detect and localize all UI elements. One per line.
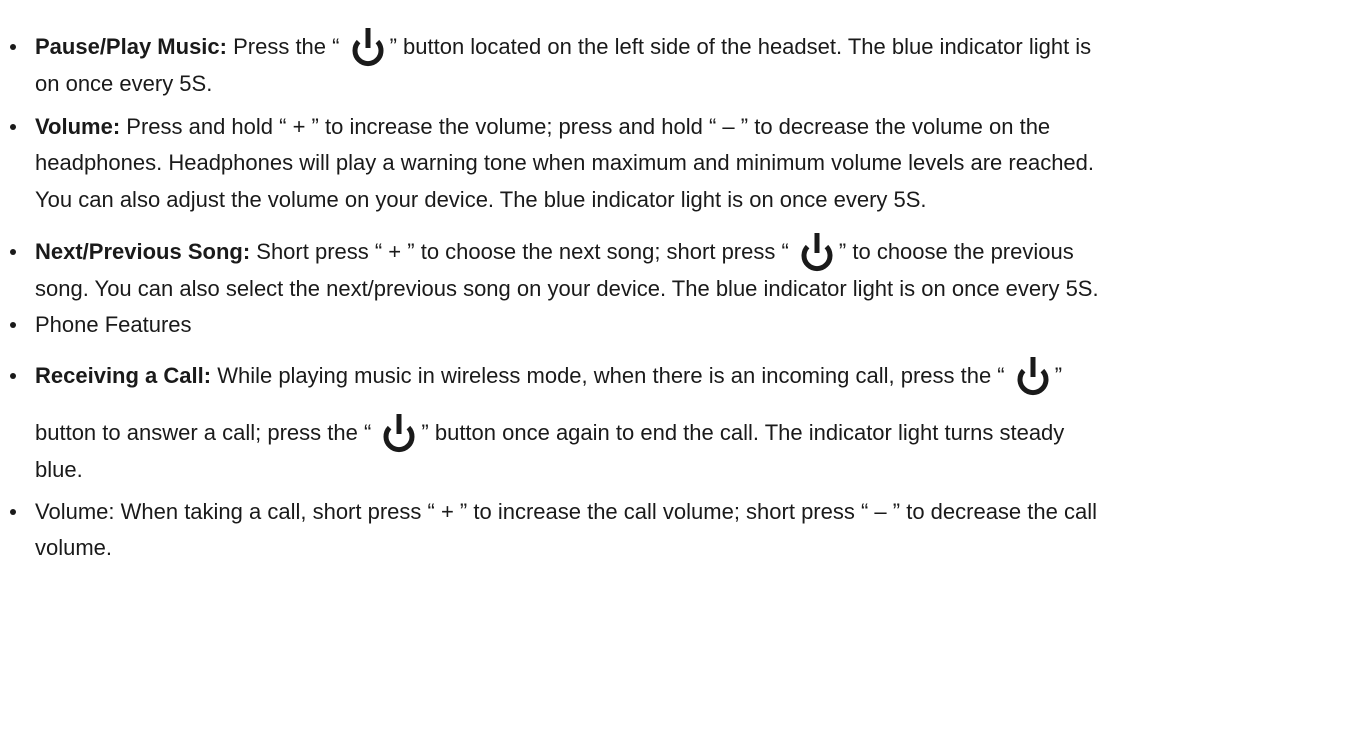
call-volume-line-2: volume. (35, 535, 113, 560)
volume-text: Press and hold “ + ” to increase the vol… (120, 114, 1051, 139)
next-prev-line-2: song. You can also select the next/previ… (35, 276, 1099, 301)
volume-heading: Volume: (35, 114, 121, 139)
pause-play-heading: Pause/Play Music: (35, 34, 227, 59)
bullet (10, 373, 16, 379)
next-prev-line-1: Next/Previous Song: Short press “ + ” to… (35, 233, 1074, 271)
pause-play-text: Press the “ (226, 34, 346, 59)
receiving-call-line-1: Receiving a Call: While playing music in… (35, 357, 1063, 395)
receiving-call-line-3: blue. (35, 457, 83, 482)
instruction-manual: Pause/Play Music: Press the “ ” button l… (0, 0, 1351, 746)
volume-line-3: You can also adjust the volume on your d… (35, 187, 927, 212)
power-icon (377, 412, 421, 456)
bullet (10, 124, 16, 130)
receiving-call-text-2: button to answer a call; press the “ (35, 420, 378, 445)
bullet (10, 322, 16, 328)
receiving-call-heading: Receiving a Call: (35, 363, 212, 388)
power-icon (795, 231, 839, 275)
receiving-call-text-2-end: ” button once again to end the call. The… (421, 420, 1065, 445)
power-icon (1011, 355, 1055, 399)
power-icon (346, 26, 390, 70)
volume-line-1: Volume: Press and hold “ + ” to increase… (35, 114, 1050, 140)
next-prev-heading: Next/Previous Song: (35, 239, 251, 264)
bullet (10, 249, 16, 255)
pause-play-text-end: ” button located on the left side of the… (389, 34, 1092, 59)
receiving-call-text-end: ” (1054, 363, 1063, 388)
pause-play-line-1: Pause/Play Music: Press the “ ” button l… (35, 28, 1092, 66)
bullet (10, 44, 16, 50)
receiving-call-line-2: button to answer a call; press the “ ” b… (35, 414, 1065, 452)
volume-line-2: headphones. Headphones will play a warni… (35, 150, 1095, 175)
phone-features: Phone Features (35, 312, 192, 337)
pause-play-line-2: on once every 5S. (35, 71, 213, 96)
bullet (10, 509, 16, 515)
next-prev-text: Short press “ + ” to choose the next son… (250, 239, 795, 264)
call-volume-line-1: Volume: When taking a call, short press … (35, 499, 1097, 524)
receiving-call-text: While playing music in wireless mode, wh… (211, 363, 1011, 388)
next-prev-text-end: ” to choose the previous (838, 239, 1074, 264)
